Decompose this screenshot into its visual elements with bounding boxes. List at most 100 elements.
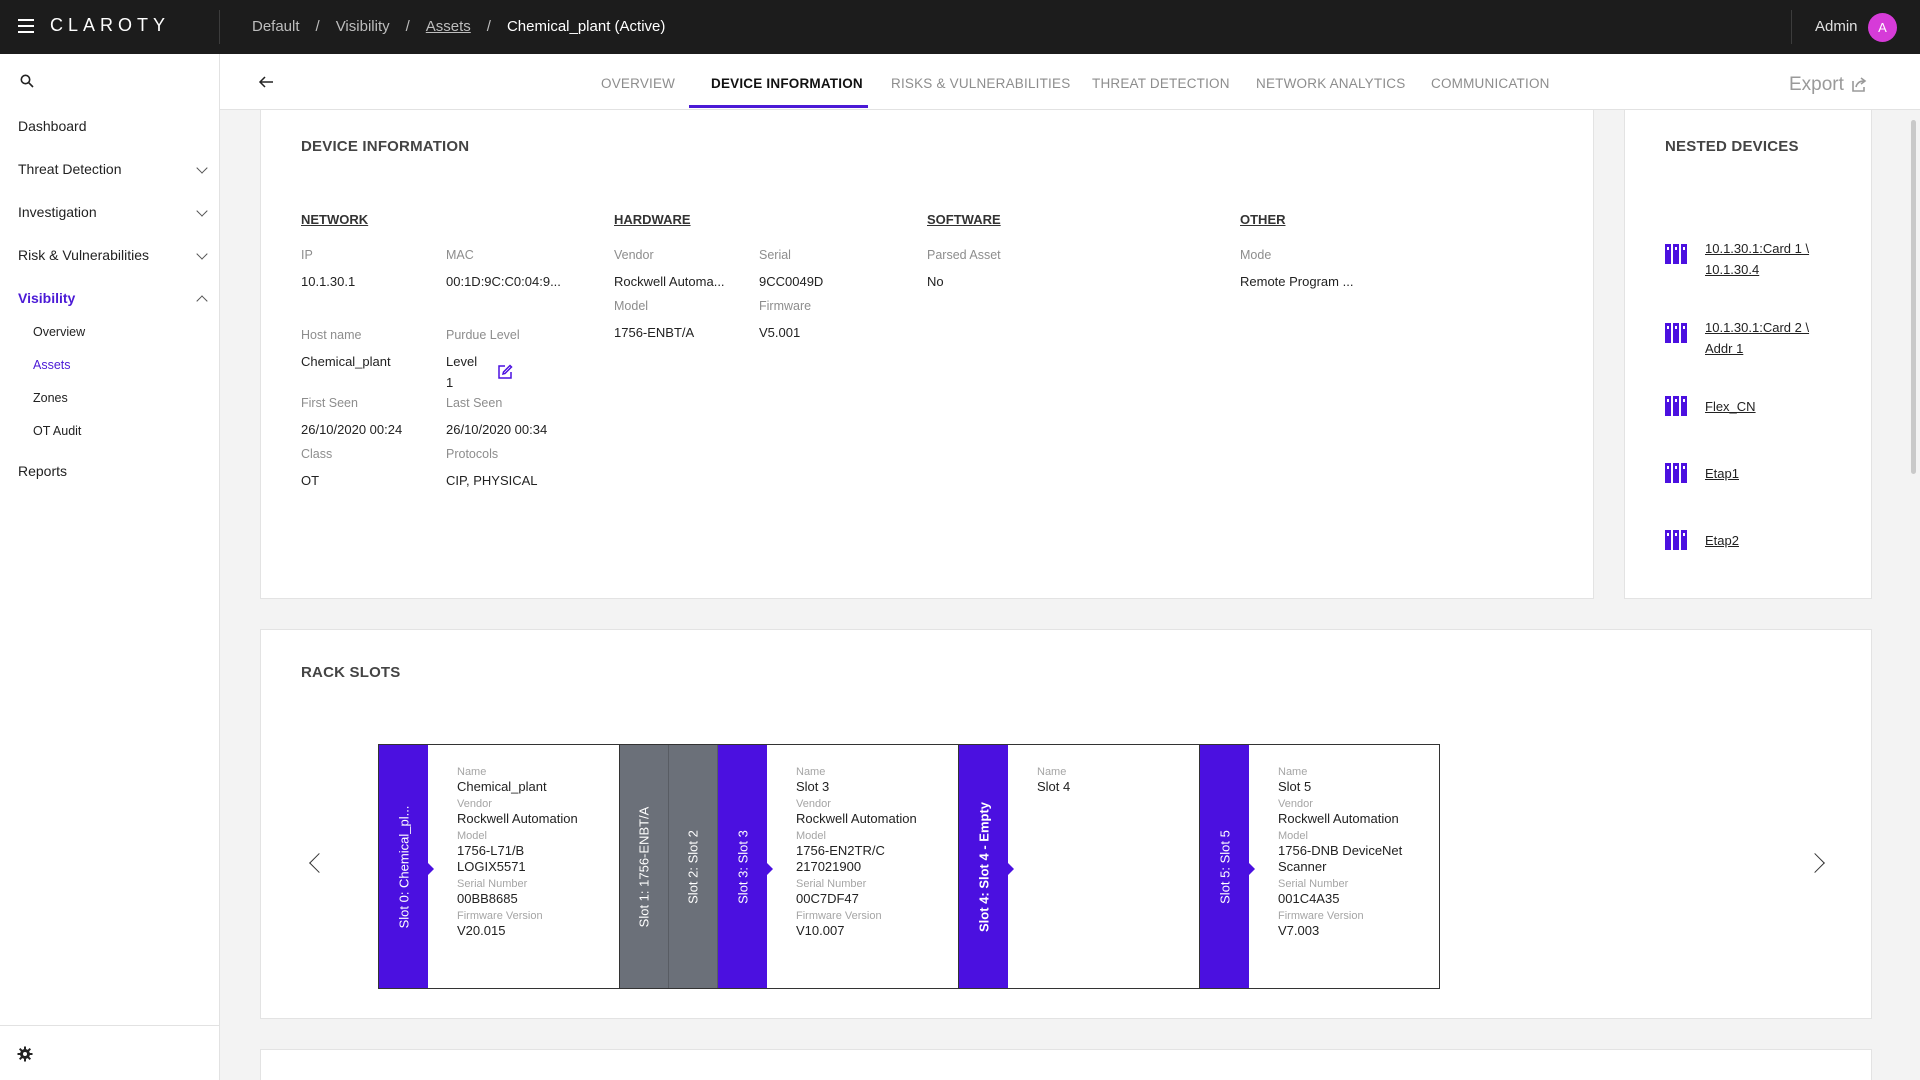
breadcrumb-assets[interactable]: Assets (426, 18, 471, 35)
slot-tab-3[interactable]: Slot 3: Slot 3 (718, 745, 773, 988)
export-button[interactable]: Export (1789, 74, 1868, 96)
chevron-up-icon (196, 295, 208, 307)
nested-device-link[interactable]: 10.1.30.1:Card 1 \ 10.1.30.4 (1705, 238, 1809, 280)
slot-serial: 00BB8685 (457, 891, 518, 906)
vendor-label: Vendor (614, 248, 654, 262)
avatar[interactable]: A (1868, 13, 1897, 42)
slot-tab-label: Slot 2: Slot 2 (685, 829, 701, 904)
slot-pointer (1008, 863, 1014, 875)
slot-vendor: Rockwell Automation (1278, 811, 1399, 826)
slot-model-line2: LOGIX5571 (457, 859, 526, 874)
nested-device-link[interactable]: Flex_CN (1705, 396, 1756, 417)
nested-device-item[interactable]: Flex_CN (1665, 396, 1756, 417)
slot-tab-1[interactable]: Slot 1: 1756-ENBT/A (620, 745, 669, 988)
mode-label: Mode (1240, 248, 1272, 262)
slot-tab-4[interactable]: Slot 4: Slot 4 - Empty (959, 745, 1014, 988)
gear-icon[interactable] (17, 1046, 33, 1062)
field-label: Name (1037, 766, 1067, 778)
sidebar-item-label: Investigation (18, 204, 97, 220)
sidebar-item-threat-detection[interactable]: Threat Detection (18, 161, 208, 177)
slot-pointer (767, 863, 773, 875)
nested-device-link[interactable]: Etap2 (1705, 530, 1739, 551)
nested-device-item[interactable]: Etap1 (1665, 463, 1739, 484)
tab-overview[interactable]: OVERVIEW (601, 76, 675, 91)
slot-model: 1756-L71/B (457, 843, 525, 858)
slot-tab-2[interactable]: Slot 2: Slot 2 (669, 745, 718, 988)
nested-device-name: 10.1.30.1:Card 2 \ (1705, 320, 1810, 335)
protocols-label: Protocols (446, 447, 499, 461)
rack-icon (1665, 530, 1687, 550)
sidebar-subitem-ot-audit[interactable]: OT Audit (33, 424, 81, 438)
nested-device-item[interactable]: 10.1.30.1:Card 1 \ 10.1.30.4 (1665, 238, 1809, 280)
tab-device-information[interactable]: DEVICE INFORMATION (711, 76, 863, 91)
vendor-value: Rockwell Automa... (614, 274, 725, 289)
sidebar-item-label: Dashboard (18, 118, 87, 134)
chevron-down-icon (196, 162, 208, 174)
network-heading: NETWORK (301, 212, 369, 227)
field-label: Name (796, 766, 826, 778)
claroty-logo[interactable]: CLAROTY (50, 15, 170, 36)
tab-threat-detection[interactable]: THREAT DETECTION (1092, 76, 1230, 91)
mac-label: MAC (446, 248, 474, 262)
sidebar-item-risk-vulnerabilities[interactable]: Risk & Vulnerabilities (18, 247, 208, 263)
chevron-down-icon (196, 248, 208, 260)
next-section-card (260, 1049, 1872, 1080)
tab-network-analytics[interactable]: NETWORK ANALYTICS (1256, 76, 1405, 91)
slot-tab-5[interactable]: Slot 5: Slot 5 (1200, 745, 1255, 988)
slot-firmware: V7.003 (1278, 923, 1320, 938)
back-arrow-icon[interactable] (258, 76, 274, 88)
firmware-label: Firmware (759, 299, 812, 313)
sidebar-item-investigation[interactable]: Investigation (18, 204, 208, 220)
tab-risks-vulnerabilities[interactable]: RISKS & VULNERABILITIES (891, 76, 1070, 91)
sidebar-subitem-assets[interactable]: Assets (33, 358, 71, 372)
export-label: Export (1789, 74, 1844, 95)
user-name[interactable]: Admin (1815, 18, 1858, 35)
breadcrumb: Default / Visibility / Assets / Chemical… (252, 18, 665, 35)
slot-serial: 00C7DF47 (796, 891, 859, 906)
sidebar-subitem-zones[interactable]: Zones (33, 391, 68, 405)
slot-firmware: V10.007 (796, 923, 845, 938)
ip-label: IP (301, 248, 313, 262)
nested-device-item[interactable]: Etap2 (1665, 530, 1739, 551)
slot-tab-0[interactable]: Slot 0: Chemical_pl... (379, 745, 434, 988)
field-label: Serial Number (796, 878, 867, 890)
sidebar-item-reports[interactable]: Reports (18, 463, 206, 479)
field-label: Model (1278, 830, 1308, 842)
breadcrumb-default[interactable]: Default (252, 18, 300, 35)
hostname-value: Chemical_plant (301, 354, 391, 369)
edit-icon[interactable] (497, 364, 513, 380)
slot-model-line2: 217021900 (796, 859, 862, 874)
slot-pointer (428, 863, 434, 875)
export-icon (1852, 77, 1867, 92)
purdue-level-number: 1 (446, 375, 454, 390)
slot-tab-label: Slot 1: 1756-ENBT/A (636, 806, 652, 927)
divider (0, 1025, 219, 1026)
slot-vendor: Rockwell Automation (457, 811, 578, 826)
sidebar-subitem-overview[interactable]: Overview (33, 325, 85, 339)
field-label: Firmware Version (796, 910, 882, 922)
slot-detail-0: Name Chemical_plant Vendor Rockwell Auto… (428, 745, 620, 988)
nested-device-item[interactable]: 10.1.30.1:Card 2 \ Addr 1 (1665, 317, 1809, 359)
sidebar-item-label: Visibility (18, 290, 76, 306)
sidebar-item-visibility[interactable]: Visibility (18, 290, 208, 307)
slot-detail-5: Name Slot 5 Vendor Rockwell Automation M… (1249, 745, 1442, 988)
nested-device-link[interactable]: Etap1 (1705, 463, 1739, 484)
tab-communication[interactable]: COMMUNICATION (1431, 76, 1550, 91)
slot-tab-label: Slot 4: Slot 4 - Empty (976, 801, 991, 932)
other-heading: OTHER (1240, 212, 1286, 227)
nested-device-link[interactable]: 10.1.30.1:Card 2 \ Addr 1 (1705, 317, 1809, 359)
field-label: Vendor (796, 798, 831, 810)
breadcrumb-separator: / (405, 18, 410, 35)
scrollbar[interactable] (1911, 120, 1916, 474)
breadcrumb-visibility[interactable]: Visibility (336, 18, 390, 35)
search-icon[interactable] (20, 74, 34, 88)
slot-name: Slot 5 (1278, 779, 1312, 794)
menu-icon[interactable] (18, 19, 34, 33)
sidebar-item-dashboard[interactable]: Dashboard (18, 118, 206, 134)
sidebar-item-label: Risk & Vulnerabilities (18, 247, 149, 263)
field-label: Firmware Version (1278, 910, 1364, 922)
ip-value: 10.1.30.1 (301, 274, 356, 289)
class-label: Class (301, 447, 333, 461)
mac-value: 00:1D:9C:C0:04:9... (446, 274, 561, 289)
field-label: Model (457, 830, 487, 842)
